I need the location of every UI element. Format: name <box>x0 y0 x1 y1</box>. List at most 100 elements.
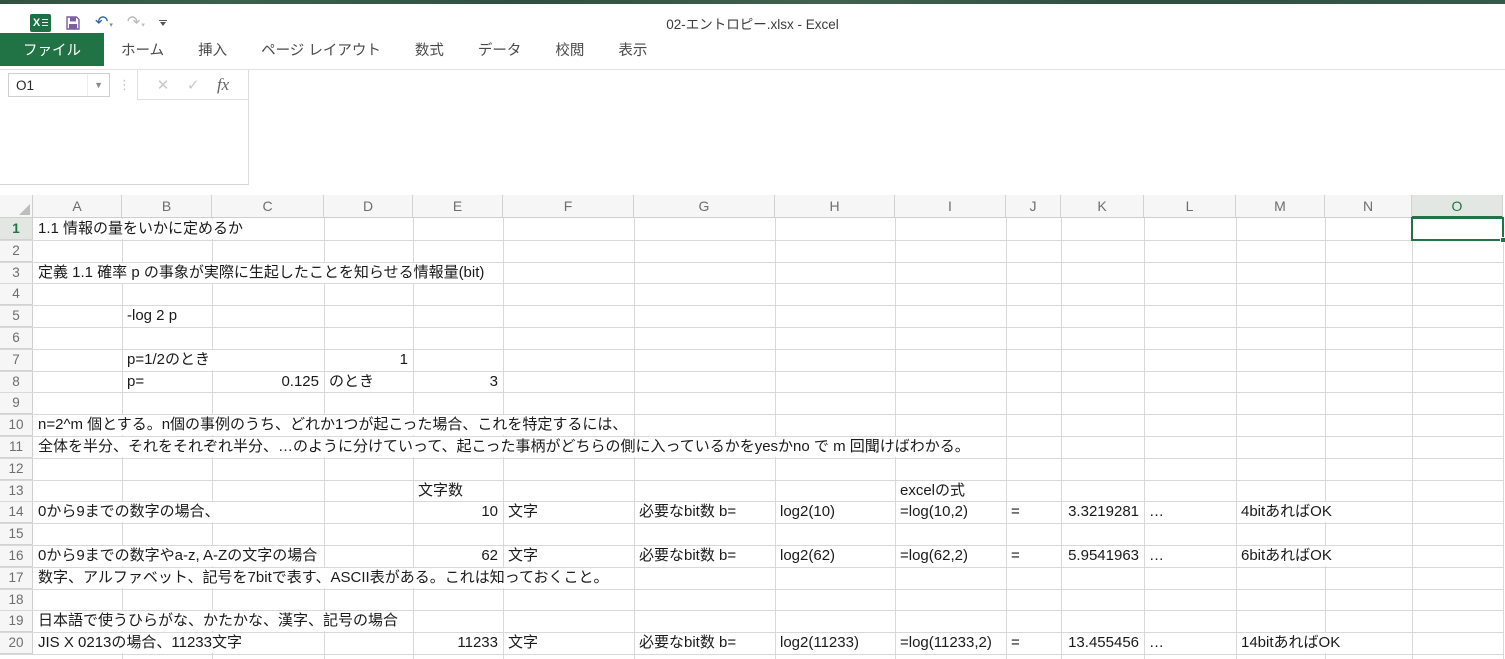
grid-cell-B8[interactable]: p= <box>123 372 149 392</box>
column-header-C[interactable]: C <box>212 195 324 218</box>
grid-cell-E14[interactable]: 10 <box>414 502 502 522</box>
grid-cell-A11[interactable]: 全体を半分、それをそれぞれ半分、…のように分けていって、起こった事柄がどちらの側… <box>34 437 975 457</box>
grid-cell-I16[interactable]: =log(62,2) <box>896 546 973 566</box>
column-header-A[interactable]: A <box>33 195 122 218</box>
grid-cell-L20[interactable]: … <box>1145 633 1169 653</box>
ribbon-tab-4[interactable]: 数式 <box>398 33 461 66</box>
grid-cell-B5[interactable]: -log 2 p <box>123 306 182 326</box>
column-header-H[interactable]: H <box>775 195 895 218</box>
grid-cell-M16[interactable]: 6bitあればOK <box>1237 546 1337 566</box>
row-header-11[interactable]: 11 <box>0 436 33 458</box>
grid-cell-M14[interactable]: 4bitあればOK <box>1237 502 1337 522</box>
row-header-10[interactable]: 10 <box>0 414 33 436</box>
column-header-F[interactable]: F <box>503 195 634 218</box>
grid-cell-M20[interactable]: 14bitあればOK <box>1237 633 1345 653</box>
grid-cell-A3[interactable]: 定義 1.1 確率 p の事象が実際に生起したことを知らせる情報量(bit) <box>34 263 489 283</box>
grid-cell-K14[interactable]: 3.3219281 <box>1062 502 1143 522</box>
grid-cell-A20[interactable]: JIS X 0213の場合、11233文字 <box>34 633 247 653</box>
row-header-12[interactable]: 12 <box>0 458 33 480</box>
ribbon-tab-7[interactable]: 表示 <box>601 33 664 66</box>
grid-cell-E13[interactable]: 文字数 <box>414 481 468 501</box>
grid-cell-K20[interactable]: 13.455456 <box>1062 633 1143 653</box>
sheet-grid: ABCDEFGHIJKLMNO1234567891011121314151617… <box>0 195 1505 659</box>
grid-cell-I20[interactable]: =log(11233,2) <box>896 633 997 653</box>
grid-cell-F14[interactable]: 文字 <box>504 502 543 522</box>
select-all-corner[interactable] <box>0 195 33 218</box>
enter-icon[interactable]: ✓ <box>187 76 200 94</box>
row-header-3[interactable]: 3 <box>0 262 33 284</box>
name-box-dropdown-icon[interactable]: ▼ <box>87 74 109 96</box>
grid-cell-A14[interactable]: 0から9までの数字の場合、 <box>34 502 225 522</box>
column-header-O[interactable]: O <box>1412 195 1503 218</box>
column-header-I[interactable]: I <box>895 195 1006 218</box>
name-box[interactable]: O1 ▼ <box>8 73 110 97</box>
grid-cell-A16[interactable]: 0から9までの数字やa-z, A-Zの文字の場合 <box>34 546 322 566</box>
cancel-icon[interactable]: ✕ <box>157 76 170 94</box>
grid-cell-L14[interactable]: … <box>1145 502 1169 522</box>
ribbon-tab-3[interactable]: ページ レイアウト <box>244 33 398 66</box>
grid-cell-H20[interactable]: log2(11233) <box>776 633 864 653</box>
row-header-15[interactable]: 15 <box>0 523 33 545</box>
grid-cell-B7[interactable]: p=1/2のとき <box>123 350 215 370</box>
grid-cell-H16[interactable]: log2(62) <box>776 546 840 566</box>
grid-cell-G14[interactable]: 必要なbit数 b= <box>635 502 741 522</box>
row-header-18[interactable]: 18 <box>0 589 33 611</box>
grid-cell-J14[interactable]: = <box>1007 502 1025 522</box>
insert-function-icon[interactable]: fx <box>217 75 229 95</box>
grid-cell-J20[interactable]: = <box>1007 633 1025 653</box>
grid-cell-H14[interactable]: log2(10) <box>776 502 840 522</box>
column-header-B[interactable]: B <box>122 195 212 218</box>
row-header-2[interactable]: 2 <box>0 240 33 262</box>
grid-cell-A19[interactable]: 日本語で使うひらがな、かたかな、漢字、記号の場合 <box>34 611 403 631</box>
grid-cell-J16[interactable]: = <box>1007 546 1025 566</box>
formula-input[interactable] <box>249 70 1505 185</box>
grid-cell-I13[interactable]: excelの式 <box>896 481 970 501</box>
grid-cell-D8[interactable]: のとき <box>325 372 379 392</box>
grid-cell-D7[interactable]: 1 <box>325 350 412 370</box>
grid-cell-A10[interactable]: n=2^m 個とする。n個の事例のうち、どれか1つが起こった場合、これを特定する… <box>34 415 632 435</box>
grid-cell-E16[interactable]: 62 <box>414 546 502 566</box>
column-header-J[interactable]: J <box>1006 195 1061 218</box>
grid-cell-K16[interactable]: 5.9541963 <box>1062 546 1143 566</box>
row-header-20[interactable]: 20 <box>0 632 33 654</box>
row-header-14[interactable]: 14 <box>0 501 33 523</box>
ribbon-tab-1[interactable]: ホーム <box>104 33 181 66</box>
grid-cell-A1[interactable]: 1.1 情報の量をいかに定めるか <box>34 219 248 239</box>
row-header-13[interactable]: 13 <box>0 480 33 502</box>
ribbon-tab-file[interactable]: ファイル <box>0 33 104 66</box>
ribbon-tab-5[interactable]: データ <box>461 33 539 66</box>
row-header-16[interactable]: 16 <box>0 545 33 567</box>
column-header-G[interactable]: G <box>634 195 775 218</box>
ribbon-tab-2[interactable]: 挿入 <box>181 33 244 66</box>
row-header-1[interactable]: 1 <box>0 218 33 240</box>
grid-cell-G16[interactable]: 必要なbit数 b= <box>635 546 741 566</box>
column-header-N[interactable]: N <box>1325 195 1412 218</box>
column-header-E[interactable]: E <box>413 195 503 218</box>
grid-cell-F20[interactable]: 文字 <box>504 633 543 653</box>
gridline-v <box>1236 218 1237 659</box>
row-header-8[interactable]: 8 <box>0 371 33 393</box>
grid-cell-G20[interactable]: 必要なbit数 b= <box>635 633 741 653</box>
row-header-17[interactable]: 17 <box>0 567 33 589</box>
column-header-L[interactable]: L <box>1144 195 1236 218</box>
grid-cell-F16[interactable]: 文字 <box>504 546 543 566</box>
column-header-K[interactable]: K <box>1061 195 1144 218</box>
grid-cell-L16[interactable]: … <box>1145 546 1169 566</box>
formula-bar-drag-dots[interactable]: ⋮ <box>118 76 131 94</box>
row-header-5[interactable]: 5 <box>0 305 33 327</box>
column-header-M[interactable]: M <box>1236 195 1325 218</box>
row-header-7[interactable]: 7 <box>0 349 33 371</box>
column-header-D[interactable]: D <box>324 195 413 218</box>
row-header-4[interactable]: 4 <box>0 283 33 305</box>
row-header-19[interactable]: 19 <box>0 610 33 632</box>
ribbon-tab-6[interactable]: 校閲 <box>538 33 601 66</box>
grid-cell-E8[interactable]: 3 <box>414 372 502 392</box>
row-header-9[interactable]: 9 <box>0 392 33 414</box>
selected-cell-O1[interactable] <box>1411 217 1504 241</box>
fill-handle[interactable] <box>1500 237 1505 243</box>
grid-cell-E20[interactable]: 11233 <box>414 633 502 653</box>
grid-cell-A17[interactable]: 数字、アルファベット、記号を7bitで表す、ASCII表がある。これは知っておく… <box>34 568 614 588</box>
grid-cell-I14[interactable]: =log(10,2) <box>896 502 973 522</box>
grid-cell-C8[interactable]: 0.125 <box>213 372 323 392</box>
row-header-6[interactable]: 6 <box>0 327 33 349</box>
